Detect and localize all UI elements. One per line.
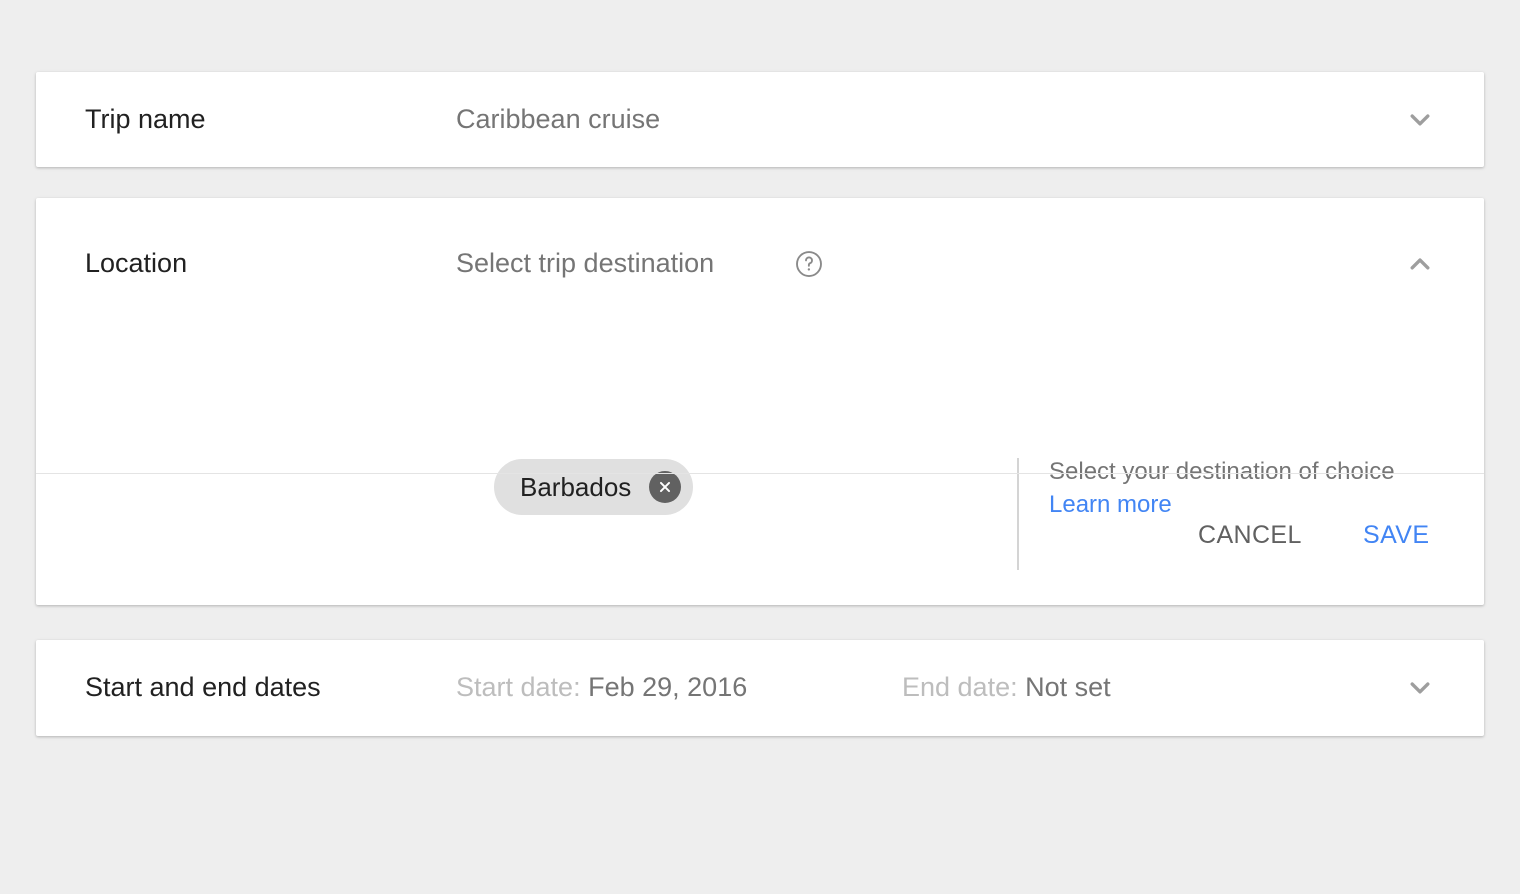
location-value: Select trip destination bbox=[456, 248, 715, 278]
start-date-value: Feb 29, 2016 bbox=[588, 672, 748, 702]
card-location[interactable]: Location Select trip destination Barbado… bbox=[36, 198, 1484, 605]
location-action-bar: CANCEL SAVE bbox=[36, 474, 1484, 605]
start-date-label: Start date: bbox=[456, 672, 581, 702]
location-label: Location bbox=[85, 248, 188, 278]
dates-label: Start and end dates bbox=[85, 672, 321, 702]
card-trip-name[interactable]: Trip name Caribbean cruise bbox=[36, 72, 1484, 167]
chevron-up-icon[interactable] bbox=[1398, 242, 1442, 286]
save-button[interactable]: SAVE bbox=[1363, 521, 1429, 550]
settings-page: Trip name Caribbean cruise Location Sele… bbox=[0, 0, 1520, 894]
dates-summary-row[interactable]: Start and end dates Start date: Feb 29, … bbox=[36, 640, 1484, 735]
location-header-row[interactable]: Location Select trip destination bbox=[36, 198, 1484, 326]
card-start-end-dates[interactable]: Start and end dates Start date: Feb 29, … bbox=[36, 640, 1484, 736]
trip-name-summary-row[interactable]: Trip name Caribbean cruise bbox=[36, 72, 1484, 167]
chevron-down-icon[interactable] bbox=[1398, 666, 1442, 710]
end-date-value-group: End date: Not set bbox=[902, 672, 1111, 703]
help-circle-icon[interactable] bbox=[794, 249, 824, 279]
trip-name-value: Caribbean cruise bbox=[456, 104, 661, 134]
chevron-down-icon[interactable] bbox=[1398, 98, 1442, 142]
location-body: Barbados Select your destination of choi… bbox=[36, 326, 1484, 570]
cancel-button[interactable]: CANCEL bbox=[1198, 521, 1302, 550]
end-date-label: End date: bbox=[902, 672, 1018, 702]
trip-name-label: Trip name bbox=[85, 104, 206, 134]
end-date-value: Not set bbox=[1025, 672, 1111, 702]
start-date-value-group: Start date: Feb 29, 2016 bbox=[456, 672, 747, 703]
